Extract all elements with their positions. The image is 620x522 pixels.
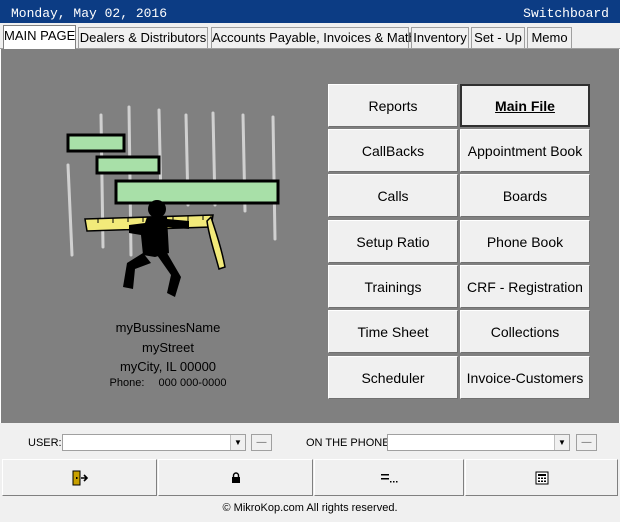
business-street: myStreet (141, 340, 194, 355)
copyright-footer: © MikroKop.com All rights reserved. (222, 502, 398, 514)
invoice-customers-button[interactable]: Invoice-Customers (460, 356, 590, 399)
tab-memo[interactable]: Memo (527, 27, 572, 48)
options-button[interactable] (314, 459, 464, 496)
user-select[interactable]: ▼ (62, 434, 246, 451)
current-date: Monday, May 02, 2016 (11, 6, 168, 21)
on-the-phone-label: ON THE PHONE: (306, 437, 393, 449)
user-dropdown-arrow-icon[interactable]: ▼ (230, 435, 245, 450)
phone-book-button[interactable]: Phone Book (460, 220, 590, 263)
main-file-button[interactable]: Main File (460, 84, 590, 127)
calculator-button[interactable] (465, 459, 618, 496)
form-name: Switchboard (523, 6, 609, 21)
tab-accounts-payable[interactable]: Accounts Payable, Invoices & Math (211, 27, 416, 48)
exit-button[interactable] (2, 459, 157, 496)
main-panel: myBussinesName myStreet myCity, IL 00000… (1, 49, 619, 423)
time-sheet-button[interactable]: Time Sheet (328, 310, 458, 353)
scheduler-button[interactable]: Scheduler (328, 356, 458, 399)
equals-dots-icon (381, 473, 398, 482)
business-phone-line: Phone: 000 000-0000 (65, 377, 271, 389)
title-bar: Monday, May 02, 2016 Switchboard (0, 0, 620, 23)
tab-main-page[interactable]: MAIN PAGE (3, 25, 76, 49)
tab-inventory[interactable]: Inventory (411, 27, 469, 48)
reports-button[interactable]: Reports (328, 84, 458, 127)
collections-button[interactable]: Collections (460, 310, 590, 353)
tab-set-up[interactable]: Set - Up (471, 27, 525, 48)
user-label: USER: (28, 437, 62, 449)
callbacks-button[interactable]: CallBacks (328, 129, 458, 172)
crf-registration-button[interactable]: CRF - Registration (460, 265, 590, 308)
exit-door-icon (72, 470, 88, 485)
on-the-phone-clear-button[interactable]: — (576, 434, 597, 451)
lock-button[interactable] (158, 459, 313, 496)
phone-value: 000 000-0000 (158, 377, 227, 389)
trainings-button[interactable]: Trainings (328, 265, 458, 308)
business-logo-image (66, 105, 280, 297)
user-clear-button[interactable]: — (251, 434, 272, 451)
tab-strip: MAIN PAGE Dealers & Distributors Account… (0, 23, 620, 49)
calculator-icon (535, 471, 548, 484)
phone-label: Phone: (109, 377, 145, 389)
on-the-phone-select[interactable]: ▼ (387, 434, 570, 451)
calls-button[interactable]: Calls (328, 174, 458, 217)
lock-icon (231, 471, 240, 483)
business-city: myCity, IL 00000 (119, 359, 217, 374)
boards-button[interactable]: Boards (460, 174, 590, 217)
on-the-phone-dropdown-arrow-icon[interactable]: ▼ (554, 435, 569, 450)
tab-dealers-distributors[interactable]: Dealers & Distributors (78, 27, 208, 48)
setup-ratio-button[interactable]: Setup Ratio (328, 220, 458, 263)
business-name: myBussinesName (115, 320, 221, 335)
appointment-book-button[interactable]: Appointment Book (460, 129, 590, 172)
